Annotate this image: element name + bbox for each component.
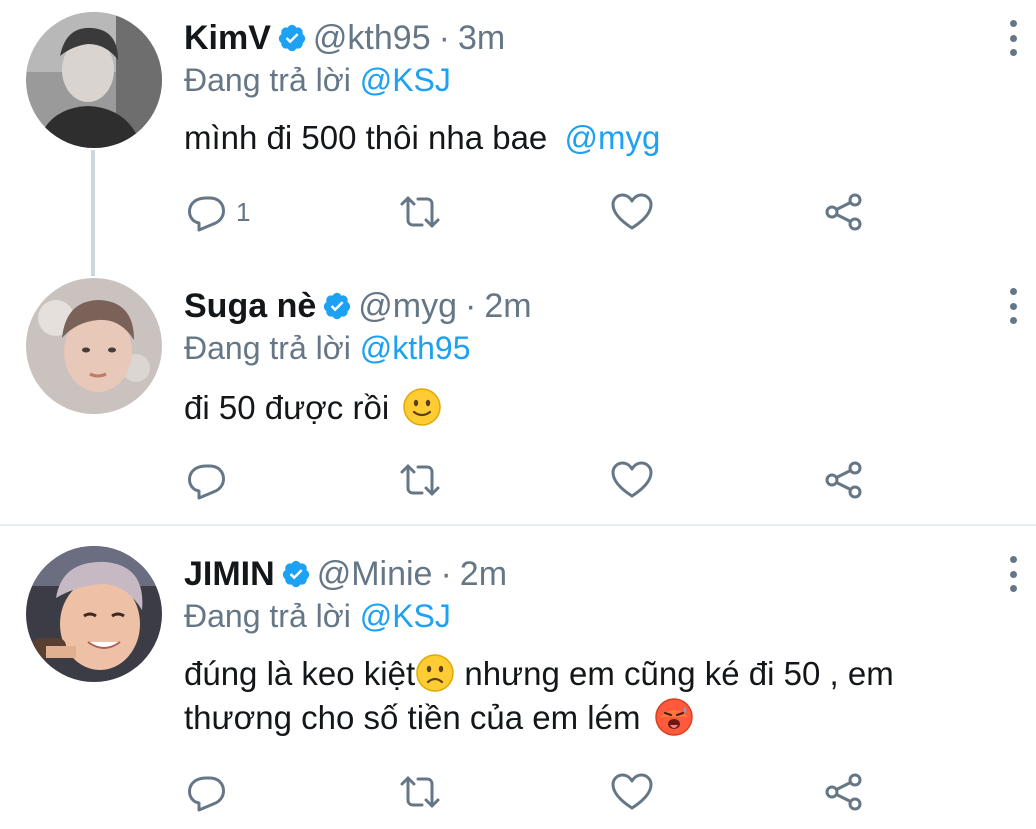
tweet-line-1: đúng là keo kiệt nhưng em cũng ké đi 50 …: [184, 652, 1004, 696]
more-options-icon[interactable]: [1006, 288, 1020, 324]
share-icon: [822, 770, 866, 814]
tweet-line-2: thương cho số tiền của em lém: [184, 696, 1004, 740]
tweet-header: KimV @kth95 · 3m: [184, 16, 505, 60]
retweet-button[interactable]: [398, 770, 442, 814]
reply-to-mention[interactable]: @KSJ: [360, 62, 451, 98]
more-options-icon[interactable]: [1006, 20, 1020, 56]
display-name[interactable]: KimV: [184, 19, 271, 58]
retweet-button[interactable]: [398, 458, 442, 502]
retweet-icon: [398, 770, 442, 814]
reply-button[interactable]: [186, 770, 236, 814]
slightly-smiling-face-icon: [403, 388, 442, 426]
action-bar: [186, 770, 886, 814]
slightly-frowning-face-icon: [416, 654, 454, 692]
replying-to: Đang trả lời @KSJ: [184, 598, 451, 635]
display-name[interactable]: JIMIN: [184, 555, 275, 594]
avatar[interactable]: [26, 12, 162, 148]
retweet-icon: [398, 190, 442, 234]
tweet-kimv[interactable]: KimV @kth95 · 3m Đang trả lời @KSJ mình …: [0, 0, 1036, 270]
tweet-header: Suga nè @myg · 2m: [184, 284, 532, 328]
like-button[interactable]: [610, 770, 654, 814]
reply-to-mention[interactable]: @KSJ: [360, 598, 451, 634]
tweet-mention[interactable]: @myg: [564, 119, 660, 156]
tweet-suga[interactable]: Suga nè @myg · 2m Đang trả lời @kth95 đi…: [0, 270, 1036, 524]
replying-to: Đang trả lời @KSJ: [184, 62, 451, 99]
reply-button[interactable]: [186, 458, 236, 502]
like-button[interactable]: [610, 190, 654, 234]
tweet-body: mình đi 500 thôi nha bae: [184, 119, 557, 156]
timestamp[interactable]: 2m: [460, 555, 507, 594]
share-button[interactable]: [822, 458, 866, 502]
tweet-text: đi 50 được rồi: [184, 386, 1004, 430]
replying-to-label: Đang trả lời: [184, 598, 360, 634]
action-bar: 1: [186, 190, 886, 234]
share-button[interactable]: [822, 770, 866, 814]
more-options-icon[interactable]: [1006, 556, 1020, 592]
reply-button[interactable]: 1: [186, 190, 250, 234]
reply-to-mention[interactable]: @kth95: [360, 330, 471, 366]
display-name[interactable]: Suga nè: [184, 287, 316, 326]
replying-to-label: Đang trả lời: [184, 330, 360, 366]
user-handle[interactable]: @Minie: [317, 555, 433, 594]
heart-icon: [610, 190, 654, 234]
separator-dot: ·: [465, 286, 477, 325]
user-handle[interactable]: @myg: [358, 287, 457, 326]
replying-to-label: Đang trả lời: [184, 62, 360, 98]
timestamp[interactable]: 2m: [484, 287, 531, 326]
reply-icon: [186, 458, 230, 502]
avatar[interactable]: [26, 278, 162, 414]
tweet-body-part-2: nhưng em cũng ké đi 50 , em: [455, 655, 894, 692]
share-icon: [822, 190, 866, 234]
heart-icon: [610, 770, 654, 814]
tweet-text: mình đi 500 thôi nha bae @myg: [184, 116, 1004, 160]
verified-badge-icon: [322, 291, 352, 321]
tweet-body-part-1: đúng là keo kiệt: [184, 655, 416, 692]
heart-icon: [610, 458, 654, 502]
tweet-header: JIMIN @Minie · 2m: [184, 552, 507, 596]
tweet-body-line-2: thương cho số tiền của em lém: [184, 699, 650, 736]
separator-dot: ·: [440, 554, 452, 593]
tweet-jimin[interactable]: JIMIN @Minie · 2m Đang trả lời @KSJ đúng…: [0, 526, 1036, 829]
reply-count: 1: [236, 196, 251, 227]
tweet-body: đi 50 được rồi: [184, 389, 390, 426]
retweet-icon: [398, 458, 442, 502]
like-button[interactable]: [610, 458, 654, 502]
action-bar: [186, 458, 886, 502]
avatar[interactable]: [26, 546, 162, 682]
tweet-text: đúng là keo kiệt nhưng em cũng ké đi 50 …: [184, 652, 1004, 740]
verified-badge-icon: [277, 23, 307, 53]
share-icon: [822, 458, 866, 502]
separator-dot: ·: [438, 18, 450, 57]
reply-icon: [186, 770, 230, 814]
replying-to: Đang trả lời @kth95: [184, 330, 470, 367]
timestamp[interactable]: 3m: [458, 19, 505, 58]
share-button[interactable]: [822, 190, 866, 234]
retweet-button[interactable]: [398, 190, 442, 234]
verified-badge-icon: [281, 559, 311, 589]
hot-face-icon: [654, 698, 693, 736]
reply-icon: [186, 190, 230, 234]
user-handle[interactable]: @kth95: [313, 19, 431, 58]
